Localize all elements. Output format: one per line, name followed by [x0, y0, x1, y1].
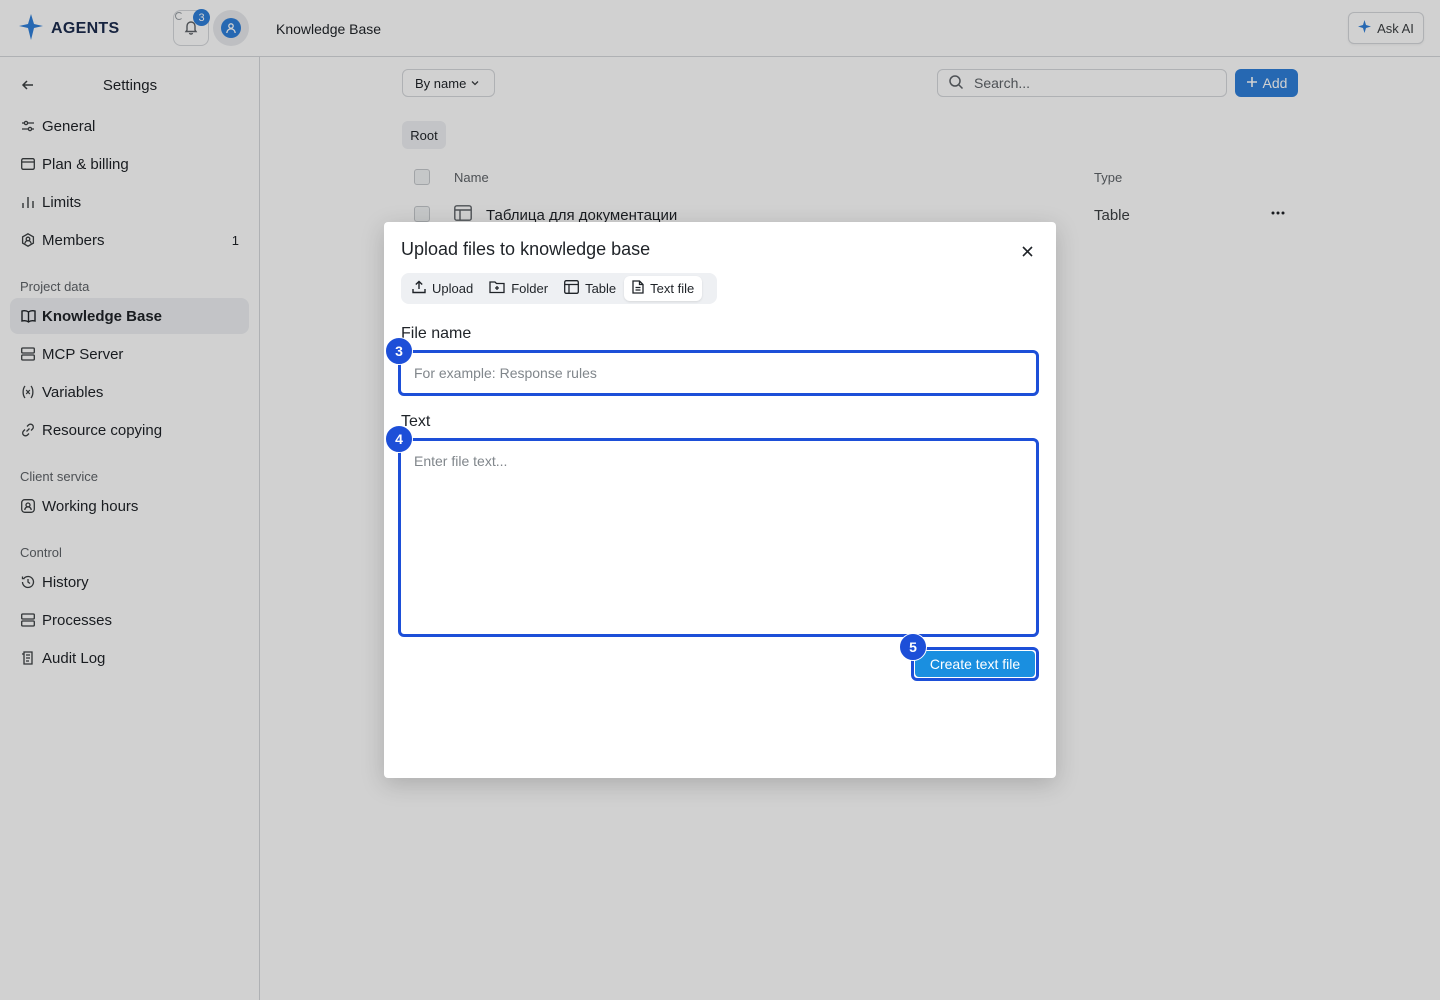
tab-label: Text file: [650, 281, 695, 296]
create-text-file-button-wrapper: Create text file: [911, 647, 1039, 681]
file-text-area[interactable]: [398, 438, 1039, 637]
file-text-icon: [632, 280, 644, 297]
create-text-file-button[interactable]: Create text file: [915, 651, 1035, 677]
table-icon: [564, 280, 580, 297]
close-icon[interactable]: [1017, 241, 1037, 261]
step-marker-5: 5: [899, 633, 927, 661]
upload-icon: [412, 280, 426, 297]
folder-plus-icon: [489, 280, 505, 297]
file-name-label: File name: [401, 325, 472, 342]
file-name-input[interactable]: [398, 350, 1039, 396]
tab-label: Table: [585, 281, 617, 296]
modal-title: Upload files to knowledge base: [401, 239, 651, 259]
tab-text-file[interactable]: Text file: [624, 276, 703, 301]
tab-table[interactable]: Table: [556, 276, 624, 301]
upload-modal: Upload files to knowledge base Upload Fo…: [384, 222, 1056, 778]
step-marker-3: 3: [385, 337, 413, 365]
tab-upload[interactable]: Upload: [404, 276, 481, 301]
tab-label: Upload: [432, 281, 474, 296]
step-marker-4: 4: [385, 425, 413, 453]
tab-label: Folder: [511, 281, 549, 296]
upload-type-tabs: Upload Folder Table Text file: [401, 273, 717, 304]
tab-folder[interactable]: Folder: [481, 276, 556, 301]
